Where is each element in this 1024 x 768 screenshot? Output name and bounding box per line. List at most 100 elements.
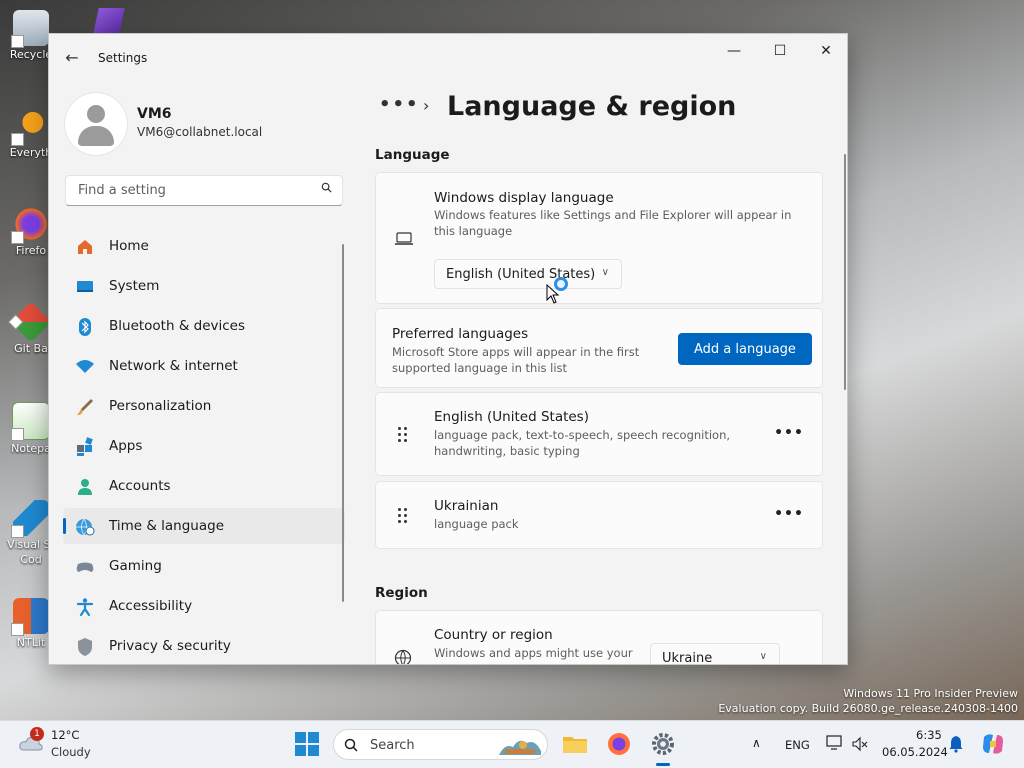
vscode-icon (11, 500, 49, 538)
breadcrumb-chevron-icon: › (423, 96, 430, 115)
input-language-indicator[interactable]: ENG (785, 738, 810, 752)
recycle-bin-icon (11, 10, 49, 48)
brush-icon (77, 399, 93, 416)
nav-item-label: Home (109, 238, 149, 254)
notification-badge: 1 (30, 727, 44, 741)
maximize-icon: ☐ (773, 43, 787, 59)
notepad-plus-icon (11, 402, 50, 441)
display-language-dropdown[interactable]: English (United States) ∨ (434, 259, 622, 289)
nav-item-gaming[interactable]: Gaming (63, 548, 345, 584)
tray-chevron-up-icon[interactable]: ∧ (752, 736, 761, 750)
firefox-icon[interactable] (606, 731, 632, 757)
windows-start-icon[interactable] (294, 731, 320, 757)
section-title-region: Region (375, 585, 428, 601)
weather-temperature[interactable]: 12°C (51, 728, 79, 742)
nav-item-accounts[interactable]: Accounts (63, 468, 345, 504)
content-scrollbar[interactable] (844, 154, 846, 390)
notification-bell-icon[interactable] (949, 735, 963, 753)
busy-spinner-icon (554, 277, 568, 291)
country-region-card: Country or region Windows and apps might… (375, 610, 823, 665)
nav-item-home[interactable]: Home (63, 228, 345, 264)
nav-item-network[interactable]: Network & internet (63, 348, 345, 384)
close-icon: ✕ (820, 43, 832, 59)
chevron-down-icon: ∨ (759, 651, 767, 662)
minimize-button[interactable]: — (711, 34, 757, 68)
nav-item-label: Personalization (109, 398, 212, 414)
clock-date[interactable]: 06.05.2024 (882, 745, 948, 759)
active-app-indicator (656, 763, 670, 766)
language-row-english[interactable]: English (United States) language pack, t… (375, 392, 823, 476)
drag-handle-icon[interactable] (398, 508, 410, 524)
title-bar: ← Settings — ☐ ✕ (49, 34, 847, 80)
shield-icon (78, 638, 92, 656)
avatar[interactable] (65, 93, 127, 155)
globe-clock-icon (76, 518, 95, 536)
display-language-description: Windows features like Settings and File … (434, 208, 792, 238)
nav-item-label: Accounts (109, 478, 171, 494)
drag-handle-icon[interactable] (398, 427, 410, 443)
network-icon[interactable] (826, 735, 844, 751)
watermark-line1: Windows 11 Pro Insider Preview (843, 687, 1018, 700)
clock-time[interactable]: 6:35 (916, 728, 942, 742)
avatar-head (87, 105, 105, 123)
preferred-languages-card: Preferred languages Microsoft Store apps… (375, 308, 823, 388)
add-language-button[interactable]: Add a language (678, 333, 812, 365)
nav-item-privacy[interactable]: Privacy & security (63, 628, 345, 664)
windows-watermark: Windows 11 Pro Insider Preview Evaluatio… (718, 686, 1018, 716)
nav-scrollbar[interactable] (342, 244, 344, 602)
copilot-icon[interactable] (980, 731, 1006, 757)
nav-item-apps[interactable]: Apps (63, 428, 345, 464)
firefox-icon (11, 206, 49, 244)
git-bash-icon (10, 301, 52, 343)
search-highlight-icon (499, 740, 541, 755)
nav-item-label: Privacy & security (109, 638, 231, 654)
more-options-button[interactable]: ••• (774, 425, 804, 449)
language-name: English (United States) (434, 409, 589, 425)
display-language-card: Windows display language Windows feature… (375, 172, 823, 304)
ntlite-icon (11, 598, 49, 636)
nav-item-personalization[interactable]: Personalization (63, 388, 345, 424)
nav-item-label: Bluetooth & devices (109, 318, 246, 334)
taskbar-search-box[interactable] (333, 729, 548, 760)
maximize-button[interactable]: ☐ (757, 34, 803, 68)
visual-studio-icon[interactable] (93, 8, 125, 34)
nav-item-system[interactable]: System (63, 268, 345, 304)
settings-window: ← Settings — ☐ ✕ VM6 VM6@collabnet.local… (48, 33, 848, 665)
settings-gear-icon[interactable] (650, 731, 676, 757)
back-button[interactable]: ← (59, 44, 85, 70)
profile-email: VM6@collabnet.local (137, 125, 263, 139)
close-button[interactable]: ✕ (803, 34, 847, 68)
more-options-button[interactable]: ••• (774, 506, 804, 530)
search-icon[interactable] (321, 182, 332, 193)
find-setting-box[interactable] (65, 175, 343, 206)
display-language-value: English (United States) (446, 266, 596, 282)
file-explorer-icon[interactable] (562, 731, 588, 757)
taskbar-search-input[interactable] (368, 737, 492, 754)
language-row-ukrainian[interactable]: Ukrainian language pack ••• (375, 481, 823, 549)
weather-condition[interactable]: Cloudy (51, 745, 91, 759)
search-input[interactable] (76, 182, 310, 199)
nav-item-accessibility[interactable]: Accessibility (63, 588, 345, 624)
language-name: Ukrainian (434, 498, 499, 514)
bluetooth-icon (79, 318, 91, 336)
accounts-icon (78, 479, 92, 495)
country-region-title: Country or region (434, 627, 553, 643)
apps-icon (77, 437, 93, 456)
display-language-title: Windows display language (434, 190, 614, 206)
page-title: Language & region (447, 91, 737, 122)
country-region-value: Ukraine (662, 650, 713, 665)
country-region-dropdown[interactable]: Ukraine ∨ (650, 643, 780, 665)
avatar-body (78, 126, 114, 146)
chevron-down-icon: ∨ (601, 267, 609, 278)
accessibility-icon (76, 598, 94, 617)
system-icon (77, 281, 93, 292)
wifi-icon (76, 360, 94, 373)
nav-item-time-language[interactable]: Time & language (63, 508, 345, 544)
speaker-muted-icon[interactable] (852, 736, 868, 752)
language-features: language pack, text-to-speech, speech re… (434, 428, 731, 458)
nav-item-bluetooth[interactable]: Bluetooth & devices (63, 308, 345, 344)
preferred-languages-title: Preferred languages (392, 326, 529, 342)
breadcrumb-more-button[interactable]: ••• (379, 94, 420, 115)
nav-item-label: Apps (109, 438, 143, 454)
country-region-description: Windows and apps might use your (434, 646, 633, 660)
